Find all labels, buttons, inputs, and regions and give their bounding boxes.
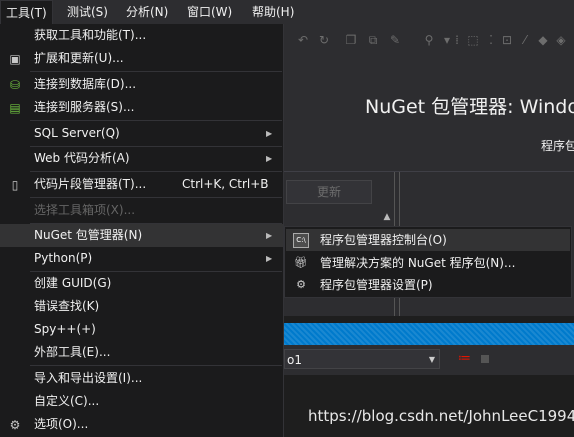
- menu-item-extensions[interactable]: ▣ 扩展和更新(U)...: [0, 47, 283, 70]
- shortcut-label: Ctrl+K, Ctrl+B: [182, 177, 269, 191]
- menu-item-label: 外部工具(E)...: [34, 345, 111, 359]
- doc-title: NuGet 包管理器: Windo: [365, 96, 574, 118]
- package-icon: 🎁︎: [294, 256, 308, 269]
- menu-separator: [30, 365, 282, 366]
- extensions-icon: ▣: [9, 52, 21, 66]
- menu-item-label: 自定义(C)...: [34, 394, 100, 408]
- menu-item-choose-toolbox-items: 选择工具箱项(X)...: [0, 199, 283, 222]
- menu-item-label: NuGet 包管理器(N): [34, 228, 143, 242]
- update-button[interactable]: 更新: [286, 180, 372, 204]
- menu-window[interactable]: 窗口(W): [182, 0, 237, 24]
- menu-item-get-tools[interactable]: 获取工具和功能(T)...: [0, 24, 283, 47]
- submenu-arrow-icon: ▶: [266, 231, 273, 240]
- submenu-arrow-icon: ▶: [266, 254, 273, 263]
- crop-icon[interactable]: ⊡: [500, 33, 514, 47]
- menu-item-create-guid[interactable]: 创建 GUID(G): [0, 272, 283, 295]
- menu-item-snippet-manager[interactable]: ▯ 代码片段管理器(T)... Ctrl+K, Ctrl+B: [0, 173, 283, 196]
- clear-console-icon[interactable]: ≔: [458, 352, 472, 366]
- undo-icon[interactable]: ↶: [296, 33, 310, 47]
- menu-item-label: 选择工具箱项(X)...: [34, 203, 136, 217]
- menu-item-python[interactable]: Python(P) ▶: [0, 247, 283, 270]
- eraser-icon[interactable]: ◆: [536, 33, 550, 47]
- menu-separator: [30, 71, 282, 72]
- menu-item-sql-server[interactable]: SQL Server(Q) ▶: [0, 122, 283, 145]
- nuget-submenu: C:\ 程序包管理器控制台(O) 🎁︎ 管理解决方案的 NuGet 程序包(N)…: [284, 226, 572, 298]
- gear-icon: ⚙: [9, 418, 21, 432]
- panel-divider: [284, 316, 574, 323]
- move-icon[interactable]: ⁚: [484, 33, 498, 47]
- menu-separator: [30, 120, 282, 121]
- menu-item-label: Python(P): [34, 251, 93, 265]
- divider-icon: ⁞: [455, 33, 459, 47]
- menu-item-label: SQL Server(Q): [34, 126, 120, 140]
- submenu-item-label: 管理解决方案的 NuGet 程序包(N)...: [320, 256, 516, 270]
- snippet-icon: ▯: [11, 178, 19, 192]
- menu-item-label: Spy++(+): [34, 322, 96, 336]
- submenu-item-label: 程序包管理器控制台(O): [320, 233, 447, 247]
- menu-test[interactable]: 测试(S): [62, 0, 113, 24]
- stop-icon[interactable]: [481, 355, 489, 363]
- wrench-icon[interactable]: ✎: [388, 33, 402, 47]
- menu-item-error-lookup[interactable]: 错误查找(K): [0, 295, 283, 318]
- menu-item-customize[interactable]: 自定义(C)...: [0, 390, 283, 413]
- select-icon[interactable]: ⬚: [466, 33, 480, 47]
- tools-menu: 获取工具和功能(T)... ▣ 扩展和更新(U)... ⛁ 连接到数据库(D).…: [0, 24, 284, 437]
- submenu-item-package-manager-console[interactable]: C:\ 程序包管理器控制台(O): [286, 229, 570, 251]
- compare-icon[interactable]: ⧉: [366, 33, 380, 47]
- menu-item-label: 代码片段管理器(T)...: [34, 177, 147, 191]
- pin-icon[interactable]: ⚲: [422, 33, 436, 47]
- menu-tools[interactable]: 工具(T): [0, 0, 53, 24]
- menu-item-nuget[interactable]: NuGet 包管理器(N) ▶: [0, 224, 283, 247]
- menu-item-external-tools[interactable]: 外部工具(E)...: [0, 341, 283, 364]
- submenu-item-package-manager-settings[interactable]: ⚙ 程序包管理器设置(P): [286, 274, 570, 296]
- copy-icon[interactable]: ❐: [344, 33, 358, 47]
- menu-bar: 工具(T) 测试(S) 分析(N) 窗口(W) 帮助(H): [0, 0, 574, 24]
- menu-item-label: 扩展和更新(U)...: [34, 51, 124, 65]
- eyedropper-icon[interactable]: ⁄: [518, 33, 532, 47]
- package-source-select[interactable]: o1 ▼: [284, 349, 440, 369]
- menu-item-label: 获取工具和功能(T)...: [34, 28, 147, 42]
- gear-icon: ⚙: [296, 278, 306, 291]
- submenu-arrow-icon: ▶: [266, 129, 273, 138]
- doc-subtitle: 程序包: [541, 139, 574, 153]
- console-title-bar[interactable]: [284, 323, 574, 345]
- menu-analyze[interactable]: 分析(N): [121, 0, 173, 24]
- menu-item-label: 连接到数据库(D)...: [34, 77, 137, 91]
- chevron-down-icon: ▼: [428, 355, 435, 364]
- menu-item-connect-server[interactable]: ▤ 连接到服务器(S)...: [0, 96, 283, 119]
- console-icon: C:\: [293, 233, 309, 248]
- menu-item-label: 错误查找(K): [34, 299, 100, 313]
- server-connect-icon: ▤: [9, 101, 21, 115]
- menu-item-label: 连接到服务器(S)...: [34, 100, 135, 114]
- history-icon[interactable]: ↻: [317, 33, 331, 47]
- console-output[interactable]: [284, 375, 574, 437]
- submenu-arrow-icon: ▶: [266, 154, 273, 163]
- watermark: https://blog.csdn.net/JohnLeeC1994: [308, 407, 574, 425]
- menu-item-label: 选项(O)...: [34, 417, 89, 431]
- submenu-item-label: 程序包管理器设置(P): [320, 278, 433, 292]
- menu-separator: [30, 171, 282, 172]
- menu-item-label: 创建 GUID(G): [34, 276, 112, 290]
- database-connect-icon: ⛁: [9, 78, 21, 92]
- menu-item-spy[interactable]: Spy++(+): [0, 318, 283, 341]
- menu-item-label: 导入和导出设置(I)...: [34, 371, 143, 385]
- menu-help[interactable]: 帮助(H): [247, 0, 299, 24]
- menu-item-options[interactable]: ⚙ 选项(O)...: [0, 413, 283, 436]
- menu-item-connect-database[interactable]: ⛁ 连接到数据库(D)...: [0, 73, 283, 96]
- divider: [284, 171, 574, 172]
- menu-item-label: Web 代码分析(A): [34, 151, 130, 165]
- menu-item-import-export[interactable]: 导入和导出设置(I)...: [0, 367, 283, 390]
- fill-icon[interactable]: ◈: [554, 33, 568, 47]
- submenu-item-manage-nuget-packages[interactable]: 🎁︎ 管理解决方案的 NuGet 程序包(N)...: [286, 252, 570, 274]
- menu-separator: [30, 197, 282, 198]
- package-source-value: o1: [287, 353, 302, 367]
- toolbar: ↶ ↻ ❐ ⧉ ✎ ⚲ ▾ ⁞ ⬚ ⁚ ⊡ ⁄ ◆ ◈: [284, 24, 574, 56]
- menu-item-web-code-analysis[interactable]: Web 代码分析(A) ▶: [0, 147, 283, 170]
- scroll-up-icon[interactable]: ▲: [380, 212, 394, 222]
